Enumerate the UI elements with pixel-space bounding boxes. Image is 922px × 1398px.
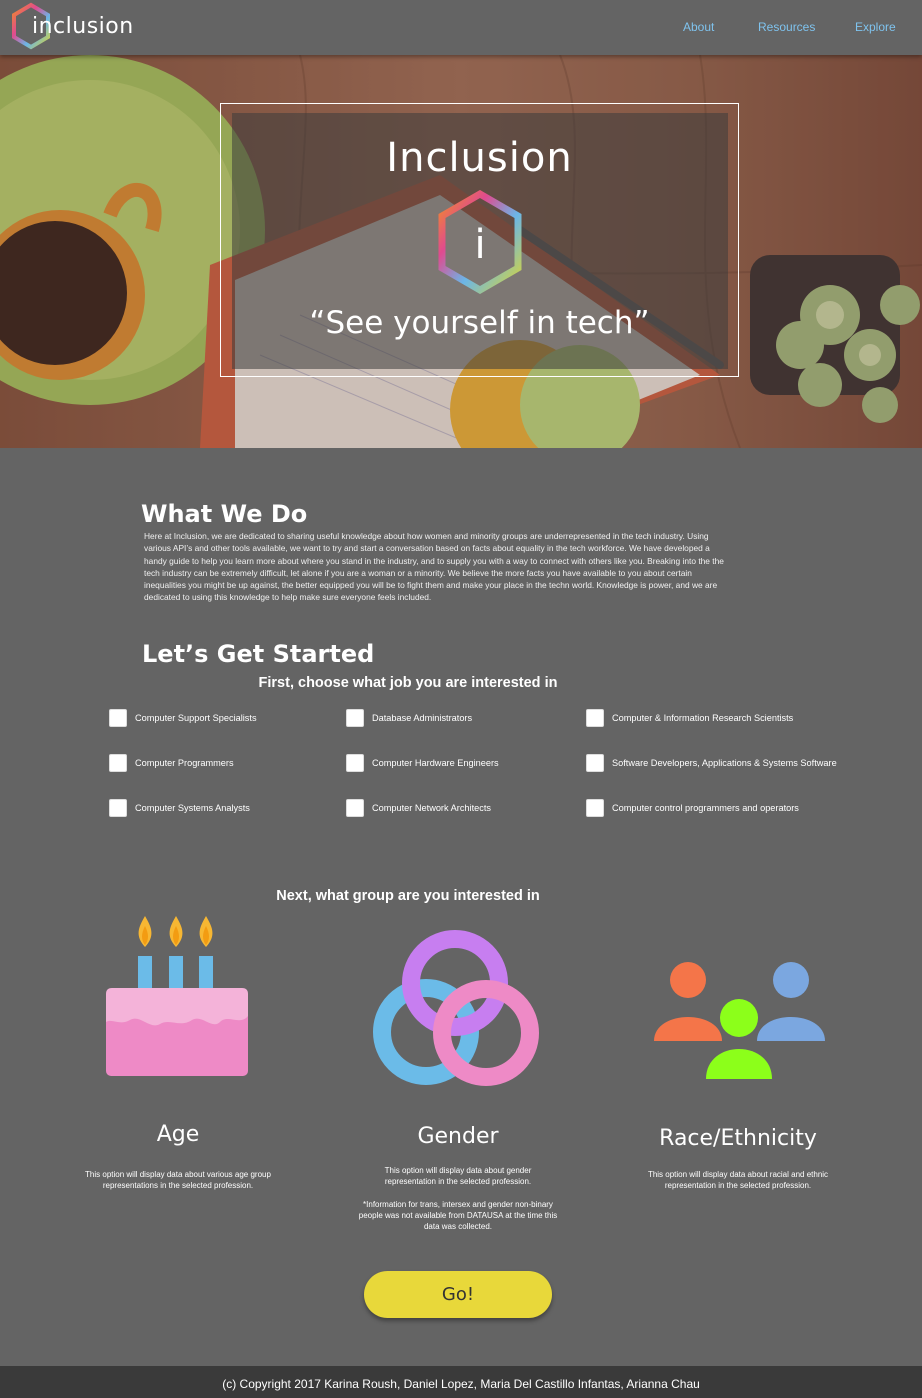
nav-link-resources[interactable]: Resources <box>758 20 815 34</box>
group-desc-race: This option will display data about raci… <box>647 1170 829 1190</box>
job-prompt: First, choose what job you are intereste… <box>258 675 558 691</box>
group-title-gender[interactable]: Gender <box>378 1124 538 1149</box>
group-desc-gender: This option will display data about gend… <box>384 1166 532 1186</box>
nav-link-about[interactable]: About <box>683 20 714 34</box>
job-label: Database Administrators <box>372 713 473 723</box>
checkbox[interactable] <box>109 799 127 817</box>
checkbox[interactable] <box>346 754 364 772</box>
job-checkbox-database-administrators[interactable]: Database Administrators <box>346 709 472 727</box>
site-logo[interactable]: inclusion <box>10 2 133 52</box>
job-label: Computer Hardware Engineers <box>372 758 499 768</box>
job-checkbox-research-scientists[interactable]: Computer & Information Research Scientis… <box>586 709 793 727</box>
footer: (c) Copyright 2017 Karina Roush, Daniel … <box>0 1366 922 1398</box>
hero-title: Inclusion <box>386 135 573 181</box>
what-we-do-text: Here at Inclusion, we are dedicated to s… <box>144 531 724 603</box>
checkbox[interactable] <box>586 754 604 772</box>
group-prompt: Next, what group are you interested in <box>276 888 540 904</box>
top-nav: inclusion About Resources Explore <box>0 0 922 55</box>
hero-tagline: “See yourself in tech” <box>309 305 650 341</box>
job-checkbox-control-programmers[interactable]: Computer control programmers and operato… <box>586 799 799 817</box>
people-group-icon[interactable] <box>654 961 826 1081</box>
job-checkbox-hardware-engineers[interactable]: Computer Hardware Engineers <box>346 754 499 772</box>
interlocking-rings-icon[interactable] <box>372 929 542 1087</box>
hero-banner: Inclusion i “See yourself in tech” <box>0 55 922 448</box>
nav-link-explore[interactable]: Explore <box>855 20 896 34</box>
get-started-heading: Let’s Get Started <box>142 640 375 668</box>
job-label: Computer Programmers <box>135 758 234 768</box>
checkbox[interactable] <box>586 799 604 817</box>
job-label: Computer Support Specialists <box>135 713 257 723</box>
job-checkbox-computer-programmers[interactable]: Computer Programmers <box>109 754 234 772</box>
job-label: Software Developers, Applications & Syst… <box>612 758 837 768</box>
copyright-text: (c) Copyright 2017 Karina Roush, Daniel … <box>222 1377 700 1391</box>
group-title-age[interactable]: Age <box>118 1122 238 1147</box>
job-label: Computer & Information Research Scientis… <box>612 713 794 723</box>
group-title-race[interactable]: Race/Ethnicity <box>640 1126 836 1151</box>
hero-icon-letter: i <box>474 222 485 268</box>
job-label: Computer control programmers and operato… <box>612 803 799 813</box>
checkbox[interactable] <box>346 799 364 817</box>
group-note-gender: *Information for trans, intersex and gen… <box>358 1200 558 1231</box>
hexagon-logo-icon: i <box>438 190 522 294</box>
job-checkbox-systems-analysts[interactable]: Computer Systems Analysts <box>109 799 250 817</box>
go-button[interactable]: Go! <box>364 1271 552 1318</box>
checkbox[interactable] <box>109 754 127 772</box>
what-we-do-heading: What We Do <box>141 500 308 528</box>
birthday-cake-icon[interactable] <box>102 914 250 1078</box>
checkbox[interactable] <box>109 709 127 727</box>
job-checkbox-computer-support-specialists[interactable]: Computer Support Specialists <box>109 709 257 727</box>
checkbox[interactable] <box>586 709 604 727</box>
checkbox[interactable] <box>346 709 364 727</box>
job-checkbox-network-architects[interactable]: Computer Network Architects <box>346 799 491 817</box>
job-label: Computer Network Architects <box>372 803 491 813</box>
group-desc-age: This option will display data about vari… <box>85 1170 271 1190</box>
job-checkbox-software-developers[interactable]: Software Developers, Applications & Syst… <box>586 754 837 772</box>
logo-text: inclusion <box>32 14 134 39</box>
job-label: Computer Systems Analysts <box>135 803 250 813</box>
